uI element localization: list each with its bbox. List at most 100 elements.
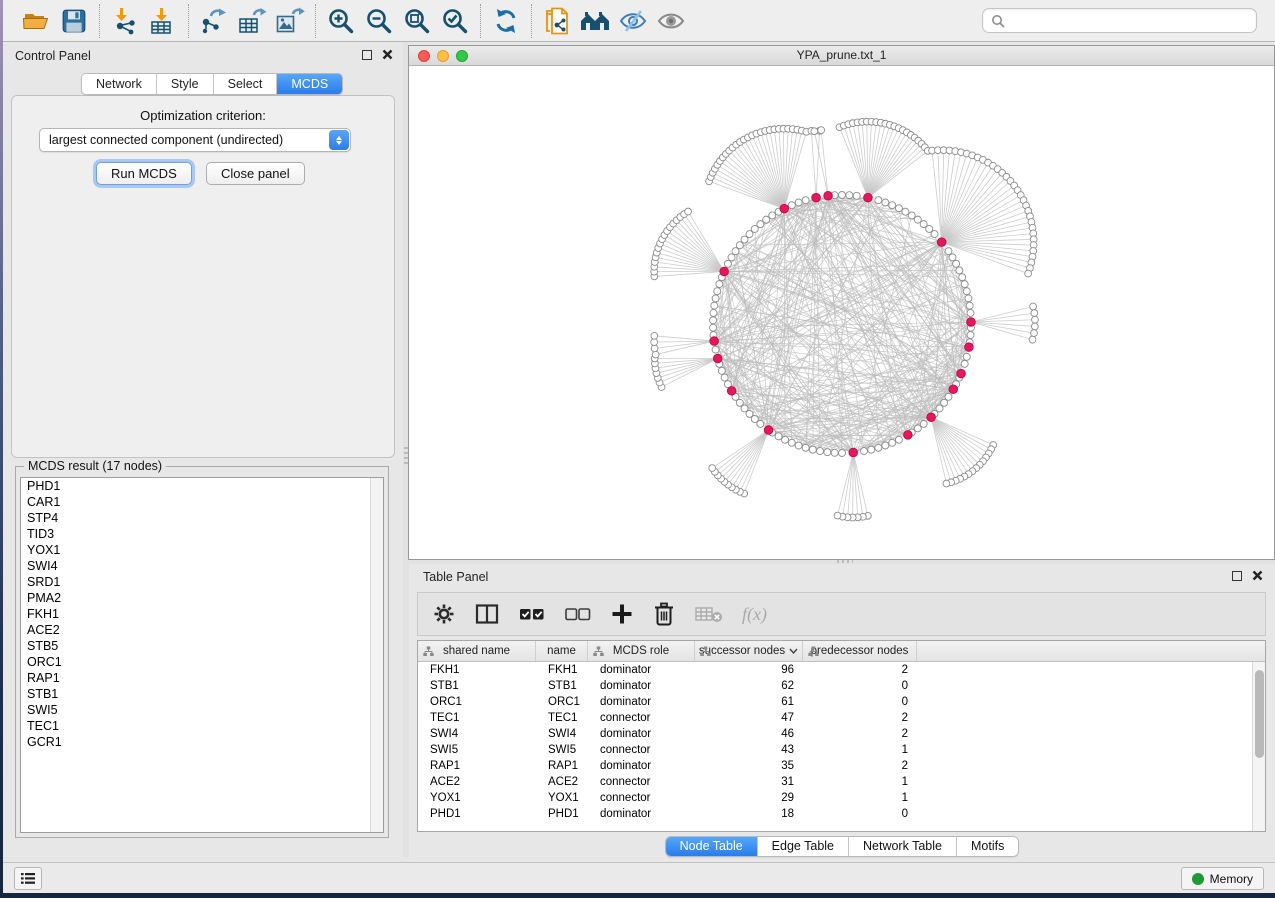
close-panel-icon[interactable]: [382, 49, 393, 60]
graph-node[interactable]: [795, 199, 802, 206]
cell-name[interactable]: RAP1: [536, 758, 588, 774]
graph-leaf-node[interactable]: [1031, 323, 1038, 330]
graph-leaf-node[interactable]: [943, 480, 950, 487]
search-field[interactable]: [982, 8, 1257, 33]
graph-node[interactable]: [956, 267, 963, 274]
graph-node[interactable]: [860, 448, 867, 455]
cell-predecessor-nodes[interactable]: 0: [803, 694, 917, 710]
table-row[interactable]: YOX1YOX1connector291: [418, 790, 1265, 806]
result-node-item[interactable]: GCR1: [21, 734, 383, 750]
cell-name[interactable]: SWI5: [536, 742, 588, 758]
graph-mcds-hub-node[interactable]: [904, 431, 913, 440]
cell-shared-name[interactable]: TEC1: [418, 710, 536, 726]
graph-leaf-node[interactable]: [811, 128, 818, 135]
graph-node[interactable]: [967, 309, 974, 316]
cell-shared-name[interactable]: PHD1: [418, 806, 536, 822]
result-node-item[interactable]: SWI5: [21, 702, 383, 718]
import-table-button[interactable]: [144, 4, 182, 38]
cell-shared-name[interactable]: SWI4: [418, 726, 536, 742]
tab-network-table[interactable]: Network Table: [849, 837, 957, 856]
cell-shared-name[interactable]: FKH1: [418, 662, 536, 678]
graph-mcds-hub-node[interactable]: [720, 267, 729, 276]
table-row[interactable]: SWI4SWI4dominator462: [418, 726, 1265, 742]
search-input[interactable]: [1011, 14, 1248, 28]
graph-node[interactable]: [802, 444, 809, 451]
network-home-button[interactable]: [576, 4, 614, 38]
graph-mcds-hub-node[interactable]: [849, 448, 858, 457]
graph-mcds-hub-node[interactable]: [780, 204, 789, 213]
graph-node[interactable]: [710, 317, 717, 324]
cell-shared-name[interactable]: YOX1: [418, 790, 536, 806]
graph-node[interactable]: [763, 216, 770, 223]
graph-node[interactable]: [736, 399, 743, 406]
cell-shared-name[interactable]: ACE2: [418, 774, 536, 790]
result-node-item[interactable]: ACE2: [21, 622, 383, 638]
tab-mcds[interactable]: MCDS: [277, 74, 342, 94]
result-node-item[interactable]: ORC1: [21, 654, 383, 670]
export-network-button[interactable]: [195, 4, 233, 38]
select-all-rows-button[interactable]: [518, 602, 546, 626]
cell-predecessor-nodes[interactable]: 1: [803, 790, 917, 806]
result-node-item[interactable]: FKH1: [21, 606, 383, 622]
graph-node[interactable]: [817, 448, 824, 455]
column-header-predecessor-nodes[interactable]: predecessor nodes: [803, 641, 917, 661]
column-settings-button[interactable]: [432, 602, 456, 626]
cell-MCDS-role[interactable]: dominator: [588, 694, 695, 710]
table-scrollbar[interactable]: [1252, 662, 1265, 831]
deselect-all-rows-button[interactable]: [564, 602, 592, 626]
graph-node[interactable]: [839, 192, 846, 199]
cell-predecessor-nodes[interactable]: 2: [803, 726, 917, 742]
cell-name[interactable]: YOX1: [536, 790, 588, 806]
table-row[interactable]: TEC1TEC1connector472: [418, 710, 1265, 726]
cell-successor-nodes[interactable]: 61: [695, 694, 803, 710]
graph-node[interactable]: [757, 221, 764, 228]
column-header-successor-nodes[interactable]: successor nodes: [695, 641, 803, 661]
graph-leaf-node[interactable]: [651, 332, 658, 339]
graph-node[interactable]: [782, 436, 789, 443]
graph-node[interactable]: [895, 436, 902, 443]
add-column-button[interactable]: [610, 602, 634, 626]
zoom-in-button[interactable]: [322, 4, 360, 38]
result-node-item[interactable]: PMA2: [21, 590, 383, 606]
result-node-item[interactable]: SWI4: [21, 558, 383, 574]
graph-node[interactable]: [728, 254, 735, 261]
result-node-item[interactable]: SRD1: [21, 574, 383, 590]
cell-successor-nodes[interactable]: 18: [695, 806, 803, 822]
graph-node[interactable]: [802, 197, 809, 204]
task-list-button[interactable]: [14, 867, 42, 890]
graph-leaf-node[interactable]: [1030, 303, 1037, 310]
graph-mcds-hub-node[interactable]: [812, 193, 821, 202]
graph-node[interactable]: [712, 295, 719, 302]
graph-leaf-node[interactable]: [709, 465, 716, 472]
table-row[interactable]: ACE2ACE2connector311: [418, 774, 1265, 790]
graph-node[interactable]: [875, 444, 882, 451]
criterion-dropdown[interactable]: largest connected component (undirected): [39, 128, 351, 152]
cell-MCDS-role[interactable]: dominator: [588, 678, 695, 694]
graph-node[interactable]: [718, 367, 725, 374]
graph-node[interactable]: [716, 281, 723, 288]
cell-successor-nodes[interactable]: 31: [695, 774, 803, 790]
result-node-item[interactable]: TEC1: [21, 718, 383, 734]
graph-node[interactable]: [732, 248, 739, 255]
graph-leaf-node[interactable]: [1029, 336, 1036, 343]
cell-name[interactable]: TEC1: [536, 710, 588, 726]
cell-MCDS-role[interactable]: connector: [588, 790, 695, 806]
table-row[interactable]: STB1STB1dominator620: [418, 678, 1265, 694]
result-node-item[interactable]: RAP1: [21, 670, 383, 686]
export-image-button[interactable]: [271, 4, 309, 38]
cell-predecessor-nodes[interactable]: 0: [803, 806, 917, 822]
cell-shared-name[interactable]: SWI5: [418, 742, 536, 758]
result-node-item[interactable]: PHD1: [21, 478, 383, 494]
graph-node[interactable]: [839, 450, 846, 457]
graph-node[interactable]: [961, 281, 968, 288]
tab-motifs[interactable]: Motifs: [957, 837, 1018, 856]
cell-predecessor-nodes[interactable]: 2: [803, 758, 917, 774]
graph-node[interactable]: [882, 442, 889, 449]
result-node-item[interactable]: STP4: [21, 510, 383, 526]
run-mcds-button[interactable]: Run MCDS: [96, 162, 192, 185]
tab-edge-table[interactable]: Edge Table: [758, 837, 849, 856]
graph-leaf-node[interactable]: [1025, 270, 1032, 277]
graph-mcds-hub-node[interactable]: [710, 337, 719, 346]
zoom-fit-button[interactable]: [398, 4, 436, 38]
cell-predecessor-nodes[interactable]: 0: [803, 678, 917, 694]
